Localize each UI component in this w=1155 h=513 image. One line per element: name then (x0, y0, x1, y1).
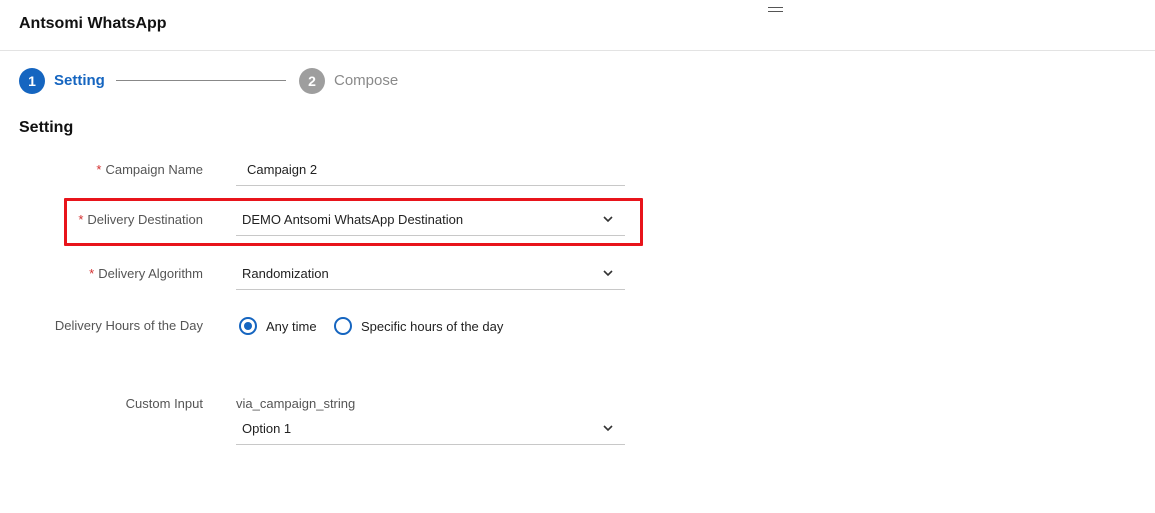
app-title: Antsomi WhatsApp (19, 15, 167, 32)
stepper: 1 Setting 2 Compose (19, 68, 419, 94)
delivery-hours-label: Delivery Hours of the Day (54, 318, 203, 333)
chevron-down-icon (603, 216, 613, 223)
delivery-destination-select[interactable]: DEMO Antsomi WhatsApp Destination (236, 204, 625, 236)
app-header: Antsomi WhatsApp (0, 0, 1155, 51)
section-title: Setting (19, 119, 74, 136)
radio-any-time-label[interactable]: Any time (266, 319, 317, 334)
drag-handle-icon[interactable] (768, 7, 783, 13)
step-connector (116, 80, 286, 81)
chevron-down-icon (603, 270, 613, 277)
required-marker: * (96, 162, 102, 177)
custom-input-label: Custom Input (125, 396, 203, 411)
campaign-name-label: * Campaign Name (96, 162, 203, 177)
custom-input-select[interactable]: Option 1 (236, 413, 625, 445)
required-marker: * (78, 212, 84, 227)
radio-specific-hours-label[interactable]: Specific hours of the day (361, 319, 503, 334)
step-1-circle[interactable]: 1 (19, 68, 45, 94)
required-marker: * (89, 266, 95, 281)
radio-specific-hours[interactable] (334, 317, 352, 335)
delivery-destination-value: DEMO Antsomi WhatsApp Destination (242, 212, 464, 227)
custom-input-sub-label: via_campaign_string (236, 396, 356, 411)
delivery-algorithm-value: Randomization (242, 266, 329, 281)
step-2-label[interactable]: Compose (334, 72, 398, 89)
custom-input-value: Option 1 (242, 421, 292, 436)
delivery-algorithm-select[interactable]: Randomization (236, 258, 625, 290)
delivery-destination-label: * Delivery Destination (78, 212, 203, 227)
campaign-name-input[interactable]: Campaign 2 (236, 154, 625, 186)
chevron-down-icon (603, 425, 613, 432)
delivery-hours-radio-group: Any time Specific hours of the day (239, 317, 539, 337)
radio-any-time[interactable] (239, 317, 257, 335)
delivery-algorithm-label: * Delivery Algorithm (89, 266, 203, 281)
step-1-label[interactable]: Setting (54, 72, 105, 89)
campaign-name-value: Campaign 2 (247, 162, 318, 177)
step-2-circle[interactable]: 2 (299, 68, 325, 94)
